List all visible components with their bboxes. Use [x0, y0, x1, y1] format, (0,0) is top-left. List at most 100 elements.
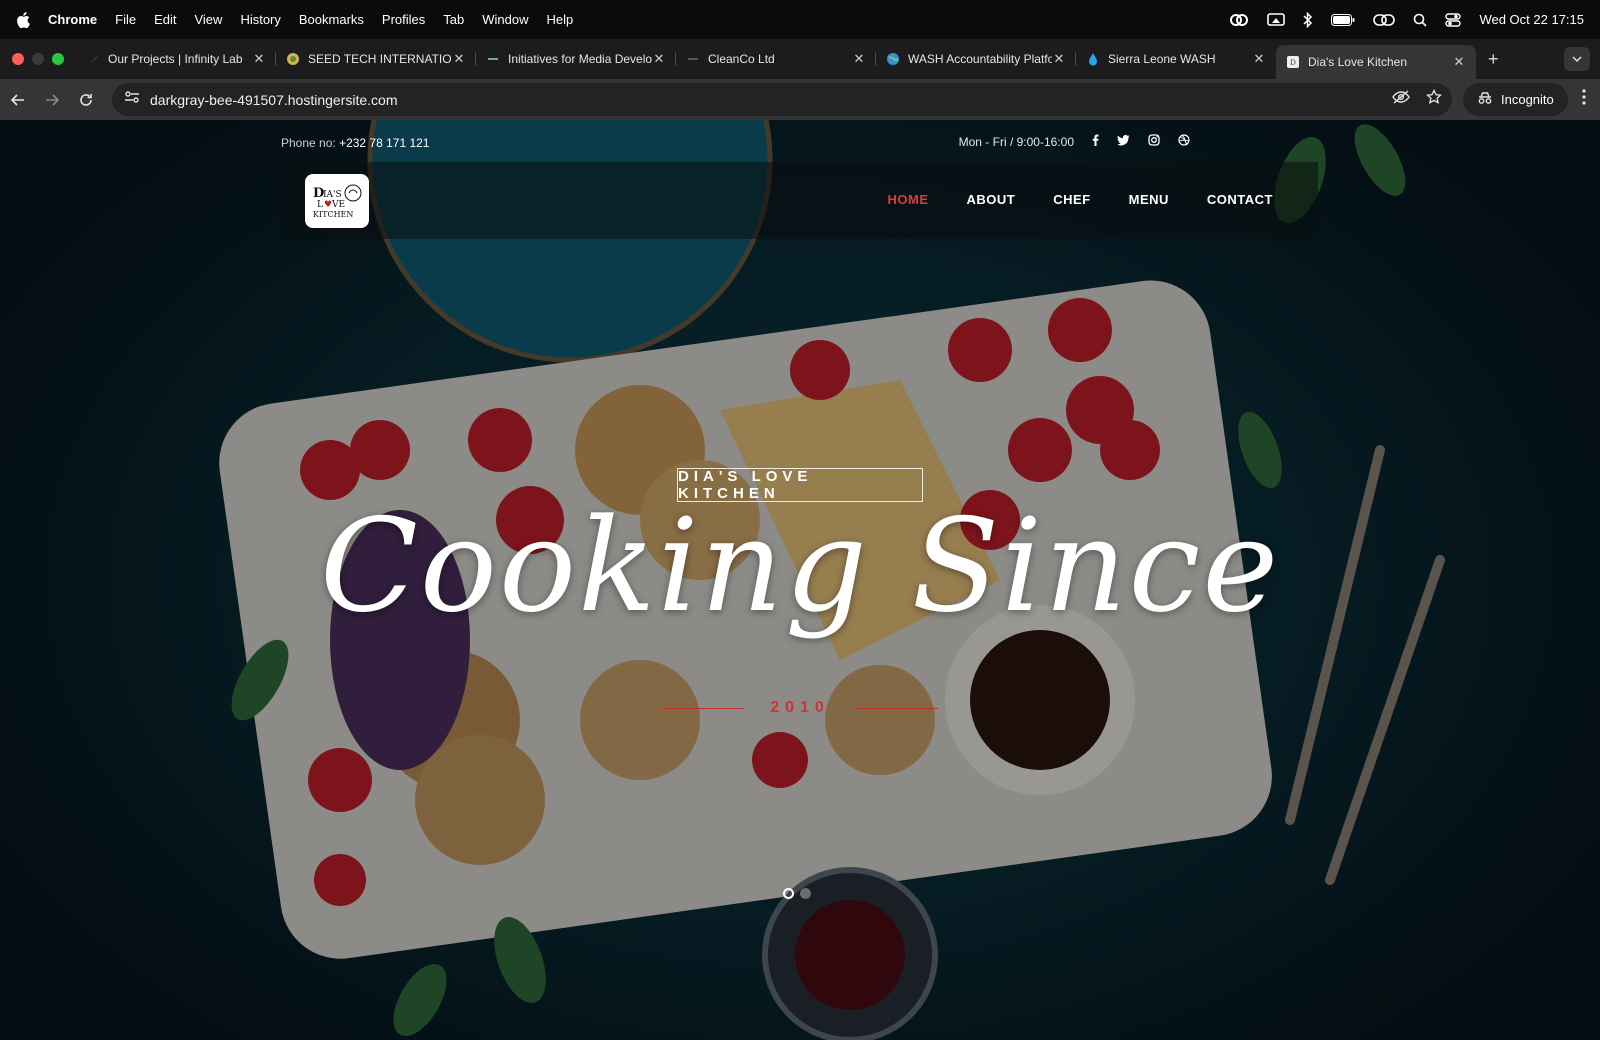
address-bar[interactable]: darkgray-bee-491507.hostingersite.com	[112, 83, 1452, 116]
close-tab-icon[interactable]: ✕	[252, 51, 266, 67]
tabs: Our Projects | Infinity Lab ✕ SEED TECH …	[76, 39, 1476, 79]
nav-menu[interactable]: MENU	[1129, 192, 1169, 207]
slider-dot-1[interactable]	[783, 888, 794, 899]
svg-text:KITCHEN: KITCHEN	[313, 210, 353, 219]
reload-icon	[80, 93, 92, 106]
hero-year-row: 2010	[662, 698, 938, 718]
globe-icon	[886, 52, 900, 66]
slider-dot-2[interactable]	[800, 888, 811, 899]
menu-view[interactable]: View	[194, 12, 222, 27]
kitchen-logo-image: D IA'S L ♥ VE KITCHEN	[313, 184, 362, 219]
svg-text:IA'S: IA'S	[323, 190, 342, 200]
forward-button[interactable]	[36, 93, 68, 106]
battery-icon[interactable]	[1331, 13, 1355, 26]
new-tab-button[interactable]: +	[1488, 49, 1499, 70]
arrow-left-icon	[11, 93, 24, 106]
tab-our-projects[interactable]: Our Projects | Infinity Lab ✕	[76, 44, 276, 74]
svg-text:VE: VE	[331, 200, 345, 210]
bookmark-star-icon[interactable]	[1425, 88, 1443, 110]
divider-line	[856, 707, 938, 709]
menu-history[interactable]: History	[240, 12, 280, 27]
close-tab-icon[interactable]: ✕	[652, 51, 666, 67]
tab-title: Sierra Leone WASH	[1108, 52, 1216, 66]
close-tab-icon[interactable]: ✕	[852, 51, 866, 67]
creative-cloud-icon[interactable]	[1229, 13, 1249, 27]
tab-cleanco[interactable]: CleanCo Ltd ✕	[676, 44, 876, 74]
hero-headline: Cooking Since	[319, 492, 1281, 641]
back-button[interactable]	[2, 93, 34, 106]
incognito-icon	[1477, 91, 1493, 108]
tab-seed-tech[interactable]: SEED TECH INTERNATIONAL ✕	[276, 44, 476, 74]
nav-contact[interactable]: CONTACT	[1207, 192, 1273, 207]
svg-text:D: D	[1290, 59, 1296, 67]
menu-file[interactable]: File	[115, 12, 136, 27]
url-text[interactable]: darkgray-bee-491507.hostingersite.com	[150, 92, 397, 108]
tab-title: Our Projects | Infinity Lab	[108, 52, 243, 66]
hero-section: Phone no: +232 78 171 121 Mon - Fri / 9:…	[0, 120, 1600, 1040]
incognito-badge[interactable]: Incognito	[1463, 83, 1568, 116]
minimize-window-button[interactable]	[32, 53, 44, 65]
more-menu-icon[interactable]	[1582, 89, 1586, 110]
link-icon[interactable]	[1373, 13, 1396, 27]
instagram-icon[interactable]	[1148, 134, 1160, 149]
close-tab-icon[interactable]: ✕	[1052, 51, 1066, 67]
menu-bookmarks[interactable]: Bookmarks	[299, 12, 364, 27]
dash-icon	[686, 52, 700, 66]
tab-title: Initiatives for Media Development	[508, 52, 652, 66]
phone-number[interactable]: +232 78 171 121	[339, 136, 429, 150]
incognito-label: Incognito	[1501, 92, 1554, 107]
window-controls	[12, 53, 64, 65]
dribbble-icon[interactable]	[1178, 134, 1190, 149]
apple-icon[interactable]	[16, 11, 36, 28]
site-logo[interactable]: D IA'S L ♥ VE KITCHEN	[305, 174, 369, 228]
eye-off-icon[interactable]	[1392, 90, 1410, 109]
mac-menu-bar: Chrome File Edit View History Bookmarks …	[0, 0, 1600, 39]
top-bar-right: Mon - Fri / 9:00-16:00	[959, 134, 1190, 149]
nav-chef[interactable]: CHEF	[1053, 192, 1090, 207]
control-center-icon[interactable]	[1445, 12, 1462, 27]
tab-title: CleanCo Ltd	[708, 52, 775, 66]
tab-media-development[interactable]: Initiatives for Media Development ✕	[476, 44, 676, 74]
nav-about[interactable]: ABOUT	[967, 192, 1016, 207]
menu-clock[interactable]: Wed Oct 22 17:15	[1479, 12, 1584, 27]
water-drop-icon	[1086, 52, 1100, 66]
menu-app-name[interactable]: Chrome	[48, 12, 97, 27]
main-nav: HOME ABOUT CHEF MENU CONTACT	[888, 192, 1273, 207]
close-tab-icon[interactable]: ✕	[452, 51, 466, 67]
maximize-window-button[interactable]	[52, 53, 64, 65]
divider-line	[662, 707, 744, 709]
tab-title: Dia's Love Kitchen	[1308, 55, 1408, 69]
status-area: Wed Oct 22 17:15	[1229, 0, 1584, 39]
bluetooth-icon[interactable]	[1303, 11, 1313, 28]
close-tab-icon[interactable]: ✕	[1252, 51, 1266, 67]
twitter-icon[interactable]	[1117, 134, 1130, 149]
tab-search-button[interactable]	[1564, 47, 1590, 71]
menu-tab[interactable]: Tab	[443, 12, 464, 27]
svg-text:♥: ♥	[324, 200, 332, 210]
search-icon[interactable]	[1413, 13, 1428, 27]
menu-help[interactable]: Help	[547, 12, 574, 27]
tab-title: WASH Accountability Platform	[908, 52, 1052, 66]
nav-home[interactable]: HOME	[888, 192, 929, 207]
reload-button[interactable]	[70, 93, 102, 107]
screen-mirror-icon[interactable]	[1267, 12, 1286, 27]
phone-info: Phone no: +232 78 171 121	[281, 136, 429, 150]
slider-dots	[783, 888, 811, 899]
tab-dias-love-kitchen[interactable]: D Dia's Love Kitchen ✕	[1276, 45, 1476, 79]
menu-edit[interactable]: Edit	[154, 12, 176, 27]
site-info-icon[interactable]	[124, 90, 140, 109]
leaf-icon	[486, 52, 500, 66]
kitchen-icon: D	[1286, 55, 1300, 69]
facebook-icon[interactable]	[1092, 134, 1099, 149]
site-header: D IA'S L ♥ VE KITCHEN HOME ABOUT CHEF ME…	[281, 162, 1318, 239]
opening-hours: Mon - Fri / 9:00-16:00	[958, 134, 1074, 149]
menu-window[interactable]: Window	[482, 12, 528, 27]
bird-icon	[86, 52, 100, 66]
close-tab-icon[interactable]: ✕	[1452, 54, 1466, 70]
tab-wash-accountability[interactable]: WASH Accountability Platform ✕	[876, 44, 1076, 74]
menu-profiles[interactable]: Profiles	[382, 12, 425, 27]
close-window-button[interactable]	[12, 53, 24, 65]
chevron-down-icon	[1572, 56, 1582, 62]
browser-toolbar: darkgray-bee-491507.hostingersite.com In…	[0, 79, 1600, 120]
tab-sierra-leone-wash[interactable]: Sierra Leone WASH ✕	[1076, 44, 1276, 74]
